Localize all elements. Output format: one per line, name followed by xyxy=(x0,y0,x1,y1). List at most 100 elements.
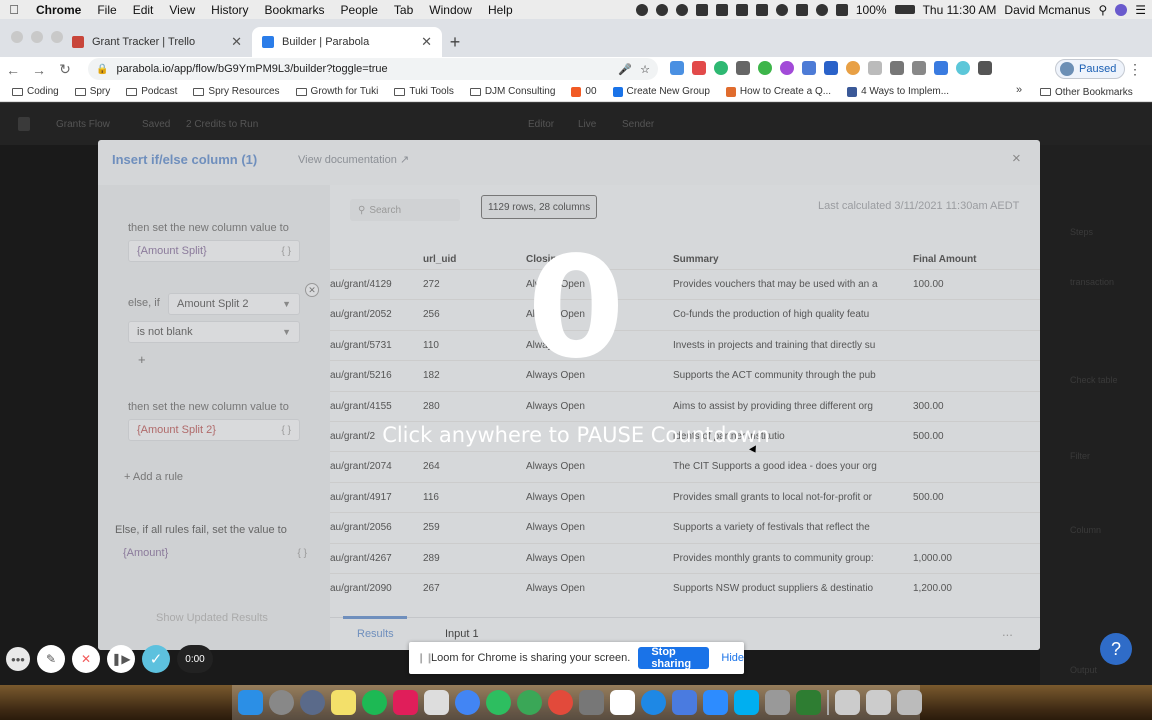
bookmark-item[interactable]: Tuki Tools xyxy=(386,86,461,97)
profile-button[interactable]: Paused xyxy=(1055,59,1126,79)
extension-icon[interactable] xyxy=(956,61,970,75)
column-header[interactable]: Summary xyxy=(673,254,719,265)
table-row[interactable]: au/grant/2074 264 Always Open The CIT Suppo… xyxy=(330,451,1040,481)
add-rule-button[interactable]: + Add a rule xyxy=(124,471,183,483)
tab-grant-tracker[interactable]: Grant Tracker | Trello ✕ xyxy=(62,27,252,57)
table-row[interactable]: au/grant/4917 116 Always Open Provides smal… xyxy=(330,481,1040,512)
braces-icon[interactable]: { } xyxy=(298,548,307,559)
minimize-window-icon[interactable] xyxy=(31,31,43,43)
menu-edit[interactable]: Edit xyxy=(125,3,162,17)
close-window-icon[interactable] xyxy=(11,31,23,43)
help-button[interactable]: ? xyxy=(1100,633,1132,665)
url-text[interactable]: parabola.io/app/flow/bG9YmPM9L3/builder?… xyxy=(116,63,610,75)
app-icon[interactable] xyxy=(548,690,573,715)
cancel-recording-icon[interactable]: ✕ xyxy=(72,645,100,673)
reload-icon[interactable]: ↻ xyxy=(52,61,78,78)
grammarly-icon[interactable] xyxy=(714,61,728,75)
apple-menu-icon[interactable]:  xyxy=(0,2,28,17)
bookmarks-overflow-button[interactable]: » xyxy=(1016,84,1022,96)
mode-live[interactable]: Live xyxy=(578,119,596,130)
extension-icon[interactable] xyxy=(780,61,794,75)
extension-icon[interactable] xyxy=(890,61,904,75)
column-header[interactable]: url_uid xyxy=(423,254,456,265)
microphone-icon[interactable]: 🎤 xyxy=(618,63,632,76)
bookmark-item[interactable]: 4 Ways to Implem... xyxy=(839,86,957,97)
tab-results[interactable]: Results xyxy=(357,628,394,640)
bookmark-item[interactable]: 00 xyxy=(563,86,604,97)
finder-icon[interactable] xyxy=(238,690,263,715)
more-options-icon[interactable]: ... xyxy=(1002,624,1013,639)
shield-tray-icon[interactable] xyxy=(675,3,688,16)
puzzle-icon[interactable] xyxy=(978,61,992,75)
documentation-link[interactable]: View documentation ↗ xyxy=(298,153,409,166)
browser-menu-icon[interactable]: ⋮ xyxy=(1128,61,1142,78)
column-select[interactable]: Amount Split 2 ▼ xyxy=(168,293,300,315)
time-machine-tray-icon[interactable] xyxy=(775,3,788,16)
menu-history[interactable]: History xyxy=(203,3,256,17)
add-condition-button[interactable]: + xyxy=(138,352,146,367)
bookmark-item[interactable]: Spry xyxy=(67,86,119,97)
downloads-icon[interactable] xyxy=(835,690,860,715)
menu-people[interactable]: People xyxy=(333,3,386,17)
forward-icon[interactable]: → xyxy=(26,62,52,78)
table-row[interactable]: au/grant/4267 289 Always Open Provides mont… xyxy=(330,542,1040,573)
bookmark-item[interactable]: Coding xyxy=(4,86,67,97)
braces-icon[interactable]: { } xyxy=(282,425,291,436)
bookmark-item[interactable]: How to Create a Q... xyxy=(718,86,839,97)
app-icon[interactable] xyxy=(424,690,449,715)
close-tab-icon[interactable]: ✕ xyxy=(231,34,242,50)
tab-input-1[interactable]: Input 1 xyxy=(445,628,479,640)
wifi-icon[interactable] xyxy=(815,3,828,16)
drawing-tool-icon[interactable]: ✎ xyxy=(37,645,65,673)
table-row[interactable]: au/grant/2056 259 Always Open Supports a va… xyxy=(330,512,1040,542)
evernote-icon[interactable] xyxy=(486,690,511,715)
numbers-icon[interactable] xyxy=(796,690,821,715)
menu-view[interactable]: View xyxy=(161,3,203,17)
sync-tray-icon[interactable] xyxy=(655,3,668,16)
other-bookmarks[interactable]: Other Bookmarks xyxy=(1040,82,1133,102)
evernote-icon[interactable] xyxy=(758,61,772,75)
mode-editor[interactable]: Editor xyxy=(528,119,554,130)
extension-icon[interactable] xyxy=(934,61,948,75)
flow-name[interactable]: Grants Flow xyxy=(56,119,110,130)
pause-recording-icon[interactable]: ❚▶ xyxy=(107,645,135,673)
app-icon[interactable] xyxy=(765,690,790,715)
parabola-logo-icon[interactable] xyxy=(18,117,30,131)
notification-center-icon[interactable]: ☰ xyxy=(1135,3,1146,17)
bookmark-item[interactable]: Create New Group xyxy=(605,86,718,97)
bookmark-star-icon[interactable]: ☆ xyxy=(640,63,650,76)
menu-tab[interactable]: Tab xyxy=(386,3,421,17)
tool-tray-icon[interactable] xyxy=(735,3,748,16)
address-bar[interactable]: 🔒 parabola.io/app/flow/bG9YmPM9L3/builde… xyxy=(88,58,658,80)
table-row[interactable]: au/grant/2052 256 Always Open Co-funds the … xyxy=(330,299,1040,329)
extension-icon[interactable] xyxy=(824,61,838,75)
app-tray-icon[interactable] xyxy=(695,3,708,16)
more-options-icon[interactable]: ••• xyxy=(6,647,30,671)
volume-icon[interactable] xyxy=(835,3,848,16)
tab-builder-parabola[interactable]: Builder | Parabola ✕ xyxy=(252,27,442,57)
user-name[interactable]: David Mcmanus xyxy=(1004,3,1090,17)
menu-window[interactable]: Window xyxy=(421,3,480,17)
condition-select[interactable]: is not blank ▼ xyxy=(128,321,300,343)
extension-icon[interactable] xyxy=(670,61,684,75)
gear-tray-icon[interactable] xyxy=(635,3,648,16)
app-icon[interactable] xyxy=(517,690,542,715)
pocket-tray-icon[interactable] xyxy=(755,3,768,16)
notes-icon[interactable] xyxy=(331,690,356,715)
countdown-number[interactable]: 0 xyxy=(500,234,652,384)
new-tab-button[interactable]: + xyxy=(442,27,468,57)
menu-file[interactable]: File xyxy=(89,3,124,17)
finish-recording-icon[interactable]: ✓ xyxy=(142,645,170,673)
bookmark-item[interactable]: Growth for Tuki xyxy=(288,86,387,97)
pause-countdown-instruction[interactable]: Click anywhere to PAUSE Countdown xyxy=(300,423,852,447)
battery-icon[interactable] xyxy=(894,5,915,14)
trash-icon[interactable] xyxy=(897,690,922,715)
safari-icon[interactable] xyxy=(641,690,666,715)
calendar-icon[interactable] xyxy=(610,690,635,715)
close-tab-icon[interactable]: ✕ xyxy=(421,34,432,50)
close-modal-button[interactable]: × xyxy=(1012,150,1021,167)
search-input[interactable]: ⚲ Search xyxy=(350,199,460,221)
system-preferences-icon[interactable] xyxy=(269,690,294,715)
siri-icon[interactable] xyxy=(1115,3,1128,16)
extension-icon[interactable] xyxy=(802,61,816,75)
